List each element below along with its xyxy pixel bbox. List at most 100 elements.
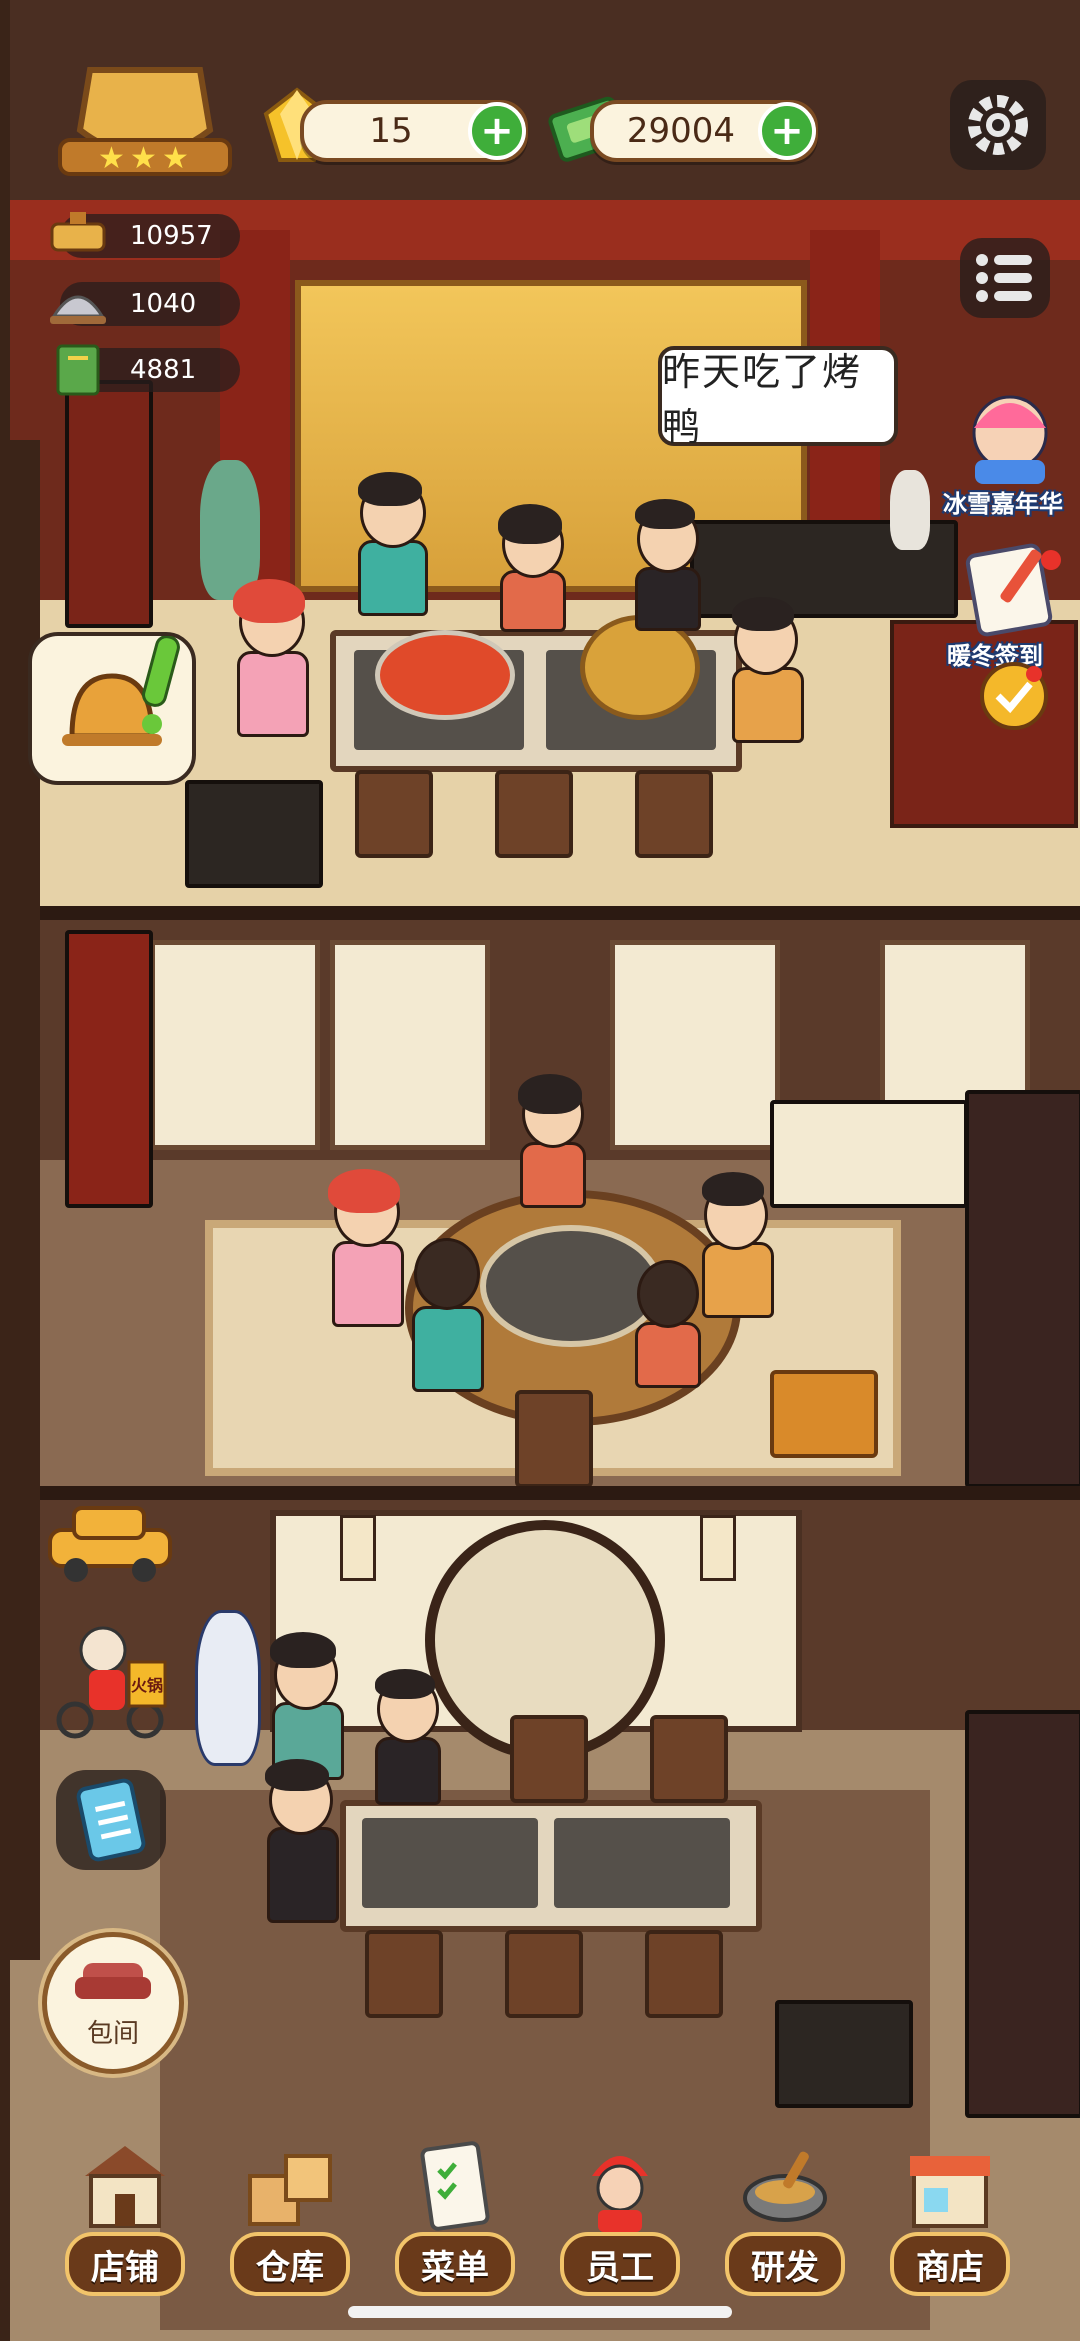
stat-service[interactable]: 1040 bbox=[50, 282, 240, 326]
chair bbox=[365, 1930, 443, 2018]
customer[interactable] bbox=[365, 1665, 445, 1805]
treasure-chest[interactable] bbox=[770, 1370, 878, 1458]
customer[interactable] bbox=[320, 1165, 410, 1327]
customer-speech-bubble: 昨天吃了烤鸭 bbox=[658, 346, 898, 449]
add-gems-button[interactable]: + bbox=[468, 102, 526, 160]
nav-menu-button[interactable]: 菜单 bbox=[390, 2136, 520, 2296]
sideboard bbox=[770, 1100, 968, 1208]
chair bbox=[650, 1715, 728, 1803]
settings-button[interactable] bbox=[950, 80, 1046, 170]
svg-text:★: ★ bbox=[130, 141, 157, 176]
gem-counter[interactable]: 15 + bbox=[300, 100, 528, 162]
orders-clipboard-button[interactable] bbox=[56, 1770, 166, 1870]
car-icon bbox=[48, 1506, 172, 1582]
svg-text:★: ★ bbox=[98, 141, 125, 176]
customer[interactable] bbox=[400, 1230, 490, 1392]
sofa-icon bbox=[75, 1963, 151, 1999]
wall-panel bbox=[330, 940, 490, 1150]
speech-text: 昨天吃了烤鸭 bbox=[662, 350, 863, 449]
gem-count: 15 bbox=[369, 111, 413, 151]
nav-warehouse-button[interactable]: 仓库 bbox=[225, 2136, 355, 2296]
private-room-button[interactable]: 包间 bbox=[42, 1932, 184, 2074]
shopfront-icon bbox=[85, 2146, 165, 2228]
list-icon bbox=[976, 254, 1032, 302]
stat-hotpot[interactable]: 10957 bbox=[50, 212, 240, 258]
svg-text:★: ★ bbox=[162, 141, 189, 176]
stat-value: 10957 bbox=[130, 221, 213, 251]
gear-icon bbox=[968, 95, 1028, 155]
nav-research-button[interactable]: 研发 bbox=[720, 2136, 850, 2296]
customer[interactable] bbox=[625, 495, 705, 631]
cash-count: 29004 bbox=[626, 111, 736, 151]
service-bell-button[interactable] bbox=[28, 632, 196, 785]
nav-label: 仓库 bbox=[230, 2232, 350, 2296]
tea-shelf bbox=[965, 1710, 1080, 2118]
chair bbox=[505, 1930, 583, 2018]
wall-panel bbox=[150, 940, 320, 1150]
customer[interactable] bbox=[255, 1755, 345, 1925]
vase bbox=[890, 470, 930, 550]
clipboard-icon bbox=[76, 1778, 146, 1862]
hotpot-spicy bbox=[375, 630, 515, 720]
ac-unit bbox=[65, 930, 153, 1208]
menu-list-button[interactable] bbox=[960, 238, 1050, 318]
winter-checkin-event[interactable]: 暖冬签到 bbox=[947, 540, 1065, 670]
chair bbox=[495, 770, 573, 858]
nav-staff-button[interactable]: 员工 bbox=[555, 2136, 685, 2296]
stat-value: 4881 bbox=[130, 355, 197, 385]
cash-counter[interactable]: 29004 + bbox=[590, 100, 818, 162]
chair bbox=[635, 770, 713, 858]
nav-label: 菜单 bbox=[395, 2232, 515, 2296]
lantern bbox=[340, 1515, 376, 1581]
delivery-car[interactable] bbox=[40, 1490, 180, 1590]
storefront-icon bbox=[910, 2156, 990, 2228]
snow-carnival-event[interactable]: 冰雪嘉年华 bbox=[943, 388, 1065, 518]
wok-icon bbox=[743, 2151, 827, 2222]
home-indicator[interactable] bbox=[348, 2306, 732, 2318]
condiment-stand bbox=[185, 780, 323, 888]
menu-book-icon bbox=[46, 344, 110, 396]
dining-table[interactable] bbox=[340, 1800, 762, 1932]
delivery-rider[interactable]: 火锅 bbox=[45, 1610, 175, 1740]
cloche-icon bbox=[46, 278, 110, 330]
vase bbox=[195, 1610, 261, 1766]
nav-label: 店铺 bbox=[65, 2232, 185, 2296]
snow-girl-icon bbox=[972, 395, 1048, 484]
rating-badge[interactable]: ★ ★ ★ bbox=[50, 60, 240, 190]
shop-sign: 火锅 bbox=[131, 1676, 164, 1695]
event-label: 冰雪嘉年华 bbox=[943, 490, 1063, 518]
dining-hall-floor-2[interactable] bbox=[10, 920, 1080, 1490]
condiment-stand bbox=[775, 2000, 913, 2108]
add-cash-button[interactable]: + bbox=[758, 102, 816, 160]
customer[interactable] bbox=[225, 575, 315, 737]
notepad-icon bbox=[965, 543, 1061, 637]
bell-icon bbox=[62, 635, 180, 746]
nav-store-button[interactable]: 商店 bbox=[885, 2136, 1015, 2296]
boxes-icon bbox=[248, 2154, 332, 2226]
stat-menu[interactable]: 4881 bbox=[56, 344, 240, 396]
nav-label: 员工 bbox=[560, 2232, 680, 2296]
hotpot-icon bbox=[46, 210, 110, 262]
nav-shopfront-button[interactable]: 店铺 bbox=[60, 2136, 190, 2296]
customer[interactable] bbox=[625, 1250, 705, 1390]
stat-value: 1040 bbox=[130, 289, 197, 319]
chair bbox=[515, 1390, 593, 1488]
customer[interactable] bbox=[490, 500, 570, 632]
private-room-label: 包间 bbox=[86, 2019, 139, 2049]
lantern bbox=[700, 1515, 736, 1581]
customer[interactable] bbox=[510, 1070, 590, 1210]
tea-shelf bbox=[965, 1090, 1080, 1488]
customer[interactable] bbox=[720, 595, 810, 745]
chef-icon bbox=[592, 2156, 648, 2232]
ac-unit bbox=[65, 380, 153, 628]
customer[interactable] bbox=[350, 470, 430, 620]
checkmark-icon bbox=[995, 666, 1042, 714]
nav-label: 商店 bbox=[890, 2232, 1010, 2296]
checkin-reward-button[interactable] bbox=[980, 662, 1048, 730]
trophy-icon: ★ ★ ★ bbox=[58, 67, 232, 176]
checklist-icon bbox=[420, 2141, 490, 2231]
chair bbox=[355, 770, 433, 858]
wall-panel bbox=[610, 940, 780, 1150]
nav-label: 研发 bbox=[725, 2232, 845, 2296]
chair bbox=[510, 1715, 588, 1803]
